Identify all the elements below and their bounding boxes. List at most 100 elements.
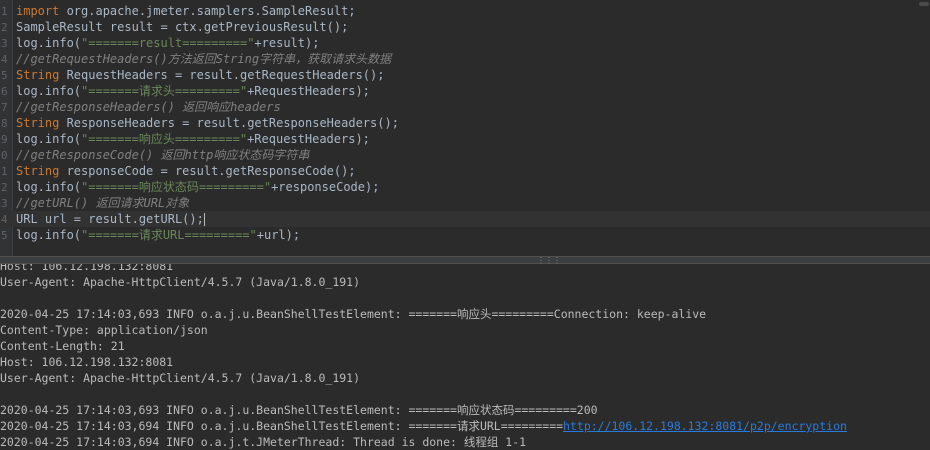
- line-number: 8: [1, 117, 8, 130]
- code-token-str: "=======请求URL=========": [81, 228, 257, 242]
- log-text: User-Agent: Apache-HttpClient/4.5.7 (Jav…: [0, 275, 361, 289]
- log-line: Content-Type: application/json: [0, 322, 208, 338]
- code-text: URL url = result.getURL();: [16, 211, 205, 227]
- log-line: Content-Length: 21: [0, 338, 125, 354]
- code-line[interactable]: 5 log.info("=======请求URL========="+url);: [0, 227, 930, 243]
- code-token-plain: responseCode = result.getResponseCode();: [59, 164, 356, 178]
- text-caret: [203, 213, 205, 226]
- code-token-str: "=======result=========": [81, 36, 255, 50]
- log-text: Content-Type: application/json: [0, 323, 208, 337]
- code-text: log.info("=======响应状态码========="+respons…: [16, 179, 379, 195]
- line-number: 5: [1, 69, 8, 82]
- code-text: log.info("=======响应头========="+RequestHe…: [16, 131, 370, 147]
- code-line[interactable]: 1 import org.apache.jmeter.samplers.Sampl…: [0, 3, 930, 19]
- line-number: 3: [1, 37, 8, 50]
- log-text: 2020-04-25 17:14:03,693 INFO o.a.j.u.Bea…: [0, 307, 707, 321]
- log-text: Host: 106.12.198.132:8081: [0, 355, 174, 369]
- code-token-cmt: //getRequestHeaders()方法返回String字符串，获取请求头…: [16, 52, 392, 66]
- code-token-kw: String: [16, 116, 60, 130]
- code-token-cmt: //getURL() 返回请求URL对象: [16, 196, 190, 210]
- code-text: String responseCode = result.getResponse…: [16, 163, 356, 179]
- code-token-str: "=======响应头=========": [81, 132, 248, 146]
- code-text: //getURL() 返回请求URL对象: [16, 195, 189, 211]
- pane-splitter[interactable]: ⋮⋮⋮: [0, 256, 930, 265]
- script-editor[interactable]: 1 import org.apache.jmeter.samplers.Sampl…: [0, 0, 930, 256]
- code-token-kw: String: [16, 164, 60, 178]
- log-console: Host: 106.12.198.132:8081 User-Agent: Apa…: [0, 264, 930, 450]
- code-line[interactable]: 3 log.info("=======result========="+resul…: [0, 35, 930, 51]
- line-number: 9: [1, 133, 8, 146]
- log-text: 2020-04-25 17:14:03,693 INFO o.a.j.u.Bea…: [0, 403, 598, 417]
- code-text: String RequestHeaders = result.getReques…: [16, 67, 384, 83]
- line-number: 7: [1, 101, 8, 114]
- code-line[interactable]: 6 log.info("=======请求头========="+RequestH…: [0, 83, 930, 99]
- code-token-cmt: //getResponseCode() 返回http响应状态码字符串: [16, 148, 310, 162]
- log-text: 2020-04-25 17:14:03,694 INFO o.a.j.t.JMe…: [0, 435, 527, 449]
- code-line[interactable]: 2 log.info("=======响应状态码========="+respon…: [0, 179, 930, 195]
- log-line: Host: 106.12.198.132:8081: [0, 264, 173, 274]
- code-token-plain: +result);: [254, 36, 320, 50]
- code-line[interactable]: 7 //getResponseHeaders() 返回响应headers: [0, 99, 930, 115]
- log-line: Host: 106.12.198.132:8081: [0, 354, 173, 370]
- code-token-plain: +RequestHeaders);: [247, 84, 370, 98]
- code-text: SampleResult result = ctx.getPreviousRes…: [16, 19, 348, 35]
- code-text: //getResponseHeaders() 返回响应headers: [16, 99, 281, 115]
- code-token-plain: ResponseHeaders = result.getResponseHead…: [59, 116, 399, 130]
- code-line[interactable]: 9 log.info("=======响应头========="+RequestH…: [0, 131, 930, 147]
- log-line: 2020-04-25 17:14:03,694 INFO o.a.j.u.Bea…: [0, 418, 847, 434]
- log-text: Host: 106.12.198.132:8081: [0, 264, 174, 273]
- code-text: //getResponseCode() 返回http响应状态码字符串: [16, 147, 309, 163]
- code-text: String ResponseHeaders = result.getRespo…: [16, 115, 399, 131]
- line-number: 1: [1, 5, 8, 18]
- code-line[interactable]: 4 URL url = result.getURL();: [0, 211, 930, 227]
- log-text: 2020-04-25 17:14:03,694 INFO o.a.j.u.Bea…: [0, 419, 564, 433]
- log-line: 2020-04-25 17:14:03,693 INFO o.a.j.u.Bea…: [0, 306, 706, 322]
- code-token-cmt: //getResponseHeaders() 返回响应headers: [16, 100, 281, 114]
- log-line: 2020-04-25 17:14:03,693 INFO o.a.j.u.Bea…: [0, 402, 598, 418]
- code-token-plain: +RequestHeaders);: [247, 132, 370, 146]
- code-text: log.info("=======请求URL========="+url);: [16, 227, 300, 243]
- line-number: 6: [1, 85, 8, 98]
- code-text: log.info("=======请求头========="+RequestHe…: [16, 83, 370, 99]
- code-line[interactable]: 3 //getURL() 返回请求URL对象: [0, 195, 930, 211]
- code-text: log.info("=======result========="+result…: [16, 35, 319, 51]
- code-line[interactable]: 8 String ResponseHeaders = result.getResp…: [0, 115, 930, 131]
- code-line[interactable]: 2 SampleResult result = ctx.getPreviousRe…: [0, 19, 930, 35]
- line-number: 4: [1, 213, 8, 226]
- line-number: 0: [1, 149, 8, 162]
- log-text: Content-Length: 21: [0, 339, 125, 353]
- code-token-plain: +responseCode);: [271, 180, 380, 194]
- code-lines: 1 import org.apache.jmeter.samplers.Sampl…: [0, 3, 930, 243]
- code-token-plain: SampleResult result = ctx.getPreviousRes…: [16, 20, 349, 34]
- log-line: User-Agent: Apache-HttpClient/4.5.7 (Jav…: [0, 274, 360, 290]
- line-number: 4: [1, 53, 8, 66]
- code-token-plain: log.info(: [16, 180, 82, 194]
- code-token-kw: import: [16, 4, 60, 18]
- code-token-plain: org.apache.jmeter.samplers.SampleResult;: [59, 4, 356, 18]
- code-text: import org.apache.jmeter.samplers.Sample…: [16, 3, 356, 19]
- line-number: 5: [1, 229, 8, 242]
- code-line[interactable]: 0 //getResponseCode() 返回http响应状态码字符串: [0, 147, 930, 163]
- code-text: //getRequestHeaders()方法返回String字符串，获取请求头…: [16, 51, 391, 67]
- code-token-kw: String: [16, 68, 60, 82]
- code-line[interactable]: 1 String responseCode = result.getRespons…: [0, 163, 930, 179]
- line-number: 2: [1, 181, 8, 194]
- url-link[interactable]: http://106.12.198.132:8081/p2p/encryptio…: [563, 419, 847, 433]
- code-token-plain: RequestHeaders = result.getRequestHeader…: [59, 68, 385, 82]
- code-token-plain: +url);: [256, 228, 301, 242]
- code-token-plain: log.info(: [16, 228, 82, 242]
- code-line[interactable]: 5 String RequestHeaders = result.getReque…: [0, 67, 930, 83]
- code-token-str: "=======请求头=========": [81, 84, 248, 98]
- line-number: 2: [1, 21, 8, 34]
- line-number: 1: [1, 165, 8, 178]
- log-text: User-Agent: Apache-HttpClient/4.5.7 (Jav…: [0, 371, 361, 385]
- code-line[interactable]: 4 //getRequestHeaders()方法返回String字符串，获取请求…: [0, 51, 930, 67]
- code-token-plain: log.info(: [16, 36, 82, 50]
- line-number: 3: [1, 197, 8, 210]
- code-token-plain: URL url = result.getURL();: [16, 212, 204, 226]
- code-token-plain: log.info(: [16, 84, 82, 98]
- log-line: 2020-04-25 17:14:03,694 INFO o.a.j.t.JMe…: [0, 434, 526, 450]
- code-token-str: "=======响应状态码=========": [81, 180, 272, 194]
- log-line: User-Agent: Apache-HttpClient/4.5.7 (Jav…: [0, 370, 360, 386]
- code-token-plain: log.info(: [16, 132, 82, 146]
